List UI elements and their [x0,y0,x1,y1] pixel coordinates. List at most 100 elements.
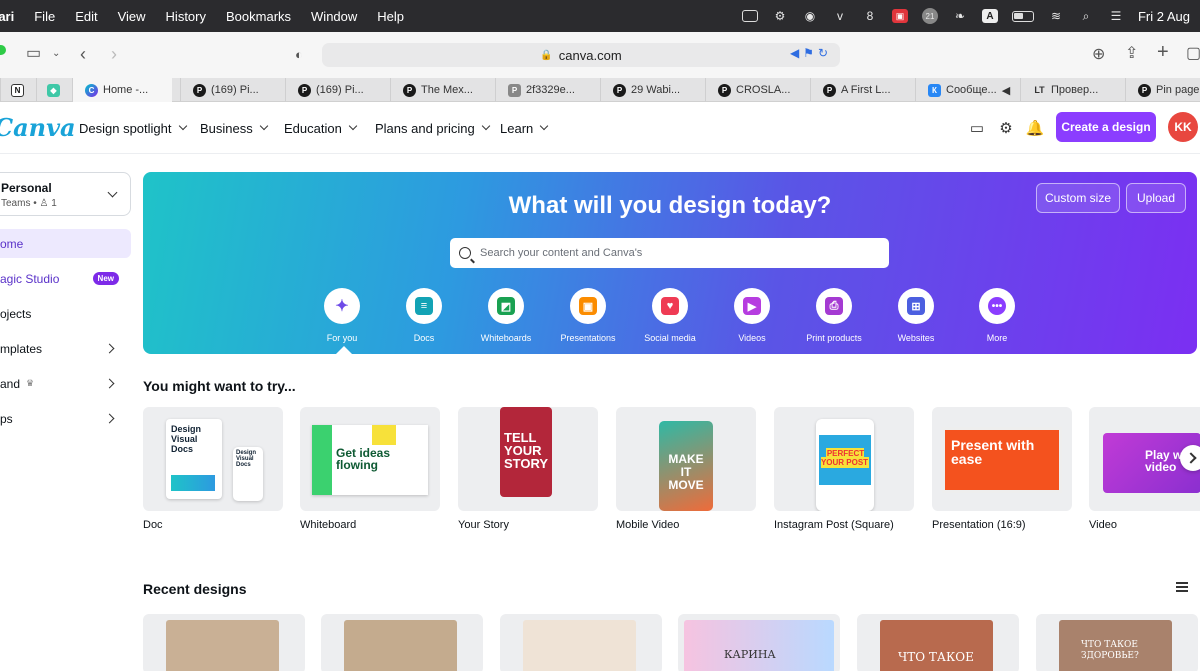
desktop-app-icon[interactable]: ▭ [968,119,986,137]
pinned-tab-notion[interactable]: N [0,78,36,102]
pinned-tab-tag[interactable]: ◆ [36,78,72,102]
tab-pinterest-5[interactable]: P CROSLA... [705,78,810,102]
control-center-icon[interactable]: ☰ [1108,9,1124,23]
template-card-doc[interactable]: Design Visual Docs Design Visual Docs [143,407,283,511]
sidebar-item-apps[interactable]: ps [0,404,131,433]
sidebar-item-magic-studio[interactable]: agic Studio New [0,264,131,293]
recent-design-2[interactable] [321,614,483,671]
menu-history[interactable]: History [156,9,216,24]
downloads-icon[interactable]: ⊕ [1092,45,1105,65]
sparkle-icon: ✦ [335,298,349,315]
team-switcher[interactable]: Personal Teams • ♙ 1 [0,172,131,216]
cast-icon[interactable]: ⚙ [772,9,788,23]
category-docs[interactable]: ≡ Docs [384,288,464,343]
docs-circle: ≡ [406,288,442,324]
template-card-whiteboard[interactable]: Get ideas flowing [300,407,440,511]
tab-pinterest-4[interactable]: P 29 Wabi... [600,78,705,102]
input-source-icon[interactable]: A [981,9,998,23]
recent-design-3[interactable] [500,614,662,671]
category-whiteboards[interactable]: ◩ Whiteboards [466,288,546,343]
category-more[interactable]: ••• More [957,288,1037,343]
speaker-icon[interactable]: ◀ [1002,84,1010,97]
tab-vk[interactable]: К Сообще... ◀ [915,78,1020,102]
create-design-button[interactable]: Create a design [1056,112,1156,142]
tab-pinterest-1[interactable]: P (169) Pi... [180,78,285,102]
tab-p[interactable]: P 2f3329e... [495,78,600,102]
tab-canva-home[interactable]: C Home -... [72,78,172,102]
share-icon[interactable]: ⇪ [1125,44,1138,64]
sidebar-item-templates[interactable]: mplates [0,334,131,363]
notification-count-icon[interactable]: 21 [921,8,938,24]
audio-translate-reload-icon[interactable]: ◀⚑↻ [790,46,832,60]
back-icon[interactable]: ‹ [80,44,86,64]
nav-business[interactable]: Business [200,102,268,154]
screen-mirror-icon[interactable] [741,10,758,22]
notifications-bell-icon[interactable]: 🔔 [1026,119,1045,137]
template-card-instagram-post[interactable]: PERFECT YOUR POST [774,407,914,511]
canva-logo[interactable]: Canva [0,113,76,142]
spotlight-search-icon[interactable]: ⌕ [1078,9,1094,23]
menu-bookmarks[interactable]: Bookmarks [216,9,301,24]
template-card-your-story[interactable]: TELL YOUR STORY [458,407,598,511]
recent-thumbnail: КАРИНА [684,620,834,671]
custom-size-button[interactable]: Custom size [1036,183,1120,213]
list-view-icon[interactable] [1176,582,1188,592]
address-bar[interactable]: 🔒 canva.com ◀⚑↻ [322,43,840,67]
tab-lt[interactable]: LT Провер... [1020,78,1125,102]
template-card-mobile-video[interactable]: MAKE IT MOVE [616,407,756,511]
menu-help[interactable]: Help [367,9,414,24]
whiteboard-thumbnail: Get ideas flowing [312,425,428,495]
wifi-icon[interactable]: ≋ [1048,9,1064,23]
recent-design-5[interactable]: ЧТО ТАКОЕ [857,614,1019,671]
tab-bar: N ◆ C Home -... P (169) Pi... P (169) Pi...… [0,78,1200,102]
sidebar-toggle-icon[interactable]: ▭ [26,44,41,64]
menu-view[interactable]: View [108,9,156,24]
recent-design-4[interactable]: КАРИНА [678,614,840,671]
settings-gear-icon[interactable]: ⚙ [997,119,1015,137]
sidebar-item-brand[interactable]: and ♛ [0,369,131,398]
chevron-down-icon[interactable]: ⌄ [52,44,60,64]
template-card-presentation[interactable]: Present with ease [932,407,1072,511]
leaf-icon[interactable]: ❧ [952,9,968,23]
menu-app-name[interactable]: fari [0,9,24,24]
vimeo-icon[interactable]: v [832,9,848,23]
nav-learn[interactable]: Learn [500,102,549,154]
nav-plans-pricing[interactable]: Plans and pricing [375,102,490,154]
sidebar-item-home[interactable]: ome [0,229,131,258]
category-social-media[interactable]: ♥ Social media [630,288,710,343]
category-videos[interactable]: ▶ Videos [712,288,792,343]
green-strip [312,425,332,495]
tab-pinterest-2[interactable]: P (169) Pi... [285,78,390,102]
new-tab-icon[interactable]: + [1157,42,1169,62]
category-websites[interactable]: ⊞ Websites [876,288,956,343]
tab-label: Провер... [1051,84,1099,96]
privacy-shield-icon[interactable]: ◐ [295,45,303,65]
nav-design-spotlight[interactable]: Design spotlight [79,102,187,154]
tab-pinterest-3[interactable]: P The Mex... [390,78,495,102]
record-icon[interactable]: ◉ [802,9,818,23]
app-red-icon[interactable]: ▣ [891,9,908,23]
nav-education[interactable]: Education [284,102,358,154]
menu-edit[interactable]: Edit [65,9,107,24]
carousel-next-button[interactable] [1180,445,1200,471]
recent-design-1[interactable] [143,614,305,671]
upload-button[interactable]: Upload [1126,183,1186,213]
vk-icon: К [928,83,941,97]
search-input[interactable]: Search your content and Canva's [450,238,889,268]
tab-overview-icon[interactable]: ▢ [1186,44,1200,64]
menu-window[interactable]: Window [301,9,367,24]
presentation-thumb-text: Present with ease [951,437,1035,467]
recent-design-6[interactable]: ЧТО ТАКОЕ ЗДОРОВЬЕ? [1036,614,1198,671]
category-print-products[interactable]: ⎙ Print products [794,288,874,343]
menu-clock[interactable]: Fri 2 Aug [1138,9,1190,24]
category-presentations[interactable]: ▣ Presentations [548,288,628,343]
category-for-you[interactable]: ✦ For you [302,288,382,343]
tab-pin-page[interactable]: P Pin page [1125,78,1200,102]
avatar[interactable]: KK [1168,112,1198,142]
sidebar-item-projects[interactable]: ojects [0,299,131,328]
battery-icon[interactable] [1011,10,1034,22]
lingvo-icon[interactable]: 8 [862,9,878,23]
menu-file[interactable]: File [24,9,65,24]
tab-pinterest-6[interactable]: P A First L... [810,78,915,102]
forward-icon[interactable]: › [111,44,117,64]
